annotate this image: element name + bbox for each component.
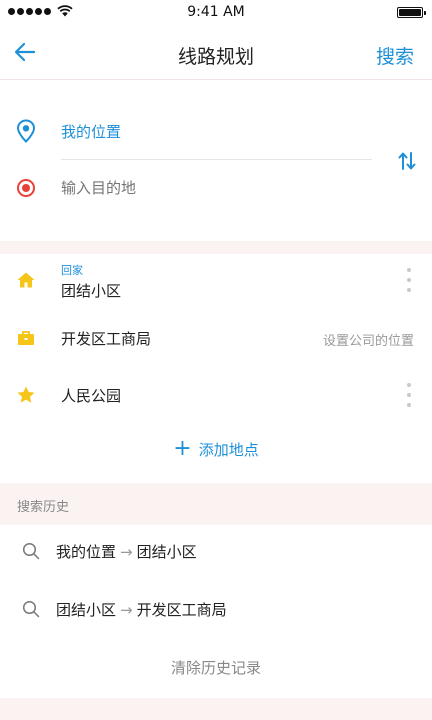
search-button[interactable]: 搜索: [376, 42, 414, 69]
place-name: 开发区工商局: [61, 330, 152, 348]
history-to: 开发区工商局: [136, 601, 227, 619]
search-icon: [22, 600, 40, 618]
destination-target-icon: [17, 179, 35, 197]
bottom-separator: [0, 698, 432, 720]
set-work-location-link[interactable]: 设置公司的位置: [323, 330, 414, 349]
place-item-favorite[interactable]: 人民公园: [0, 368, 432, 424]
search-icon: [22, 542, 40, 560]
origin-field[interactable]: 我的位置: [61, 121, 121, 142]
history-from: 团结小区: [56, 601, 117, 619]
history-route: 团结小区 → 开发区工商局: [56, 599, 227, 620]
plus-icon: +: [173, 436, 192, 461]
place-label: 回家: [61, 264, 83, 277]
add-place-button[interactable]: + 添加地点: [0, 438, 432, 468]
status-bar: 9:41 AM: [0, 0, 432, 24]
nav-bar: 线路规划 搜索: [0, 24, 432, 80]
route-panel: 我的位置: [0, 81, 432, 241]
more-icon[interactable]: [406, 268, 412, 292]
place-name: 人民公园: [61, 387, 122, 405]
place-name: 团结小区: [61, 282, 122, 300]
arrow-right-icon: →: [120, 601, 133, 619]
more-icon[interactable]: [406, 383, 412, 407]
divider: [61, 159, 372, 160]
arrow-right-icon: →: [120, 543, 133, 561]
status-time: 9:41 AM: [187, 4, 245, 20]
location-pin-icon: [16, 119, 36, 143]
home-icon: [17, 272, 35, 288]
history-to: 团结小区: [136, 543, 197, 561]
briefcase-icon: [18, 331, 34, 345]
add-place-label: 添加地点: [198, 440, 259, 459]
star-icon: [17, 386, 35, 403]
place-item-work[interactable]: 开发区工商局 设置公司的位置: [0, 311, 432, 367]
section-separator: [0, 241, 432, 254]
history-item[interactable]: 我的位置 → 团结小区: [0, 527, 432, 577]
history-from: 我的位置: [56, 543, 117, 561]
origin-row[interactable]: 我的位置: [0, 111, 372, 151]
place-item-home[interactable]: 回家 团结小区: [0, 256, 432, 312]
page-title: 线路规划: [177, 46, 254, 68]
swap-icon[interactable]: [398, 151, 416, 171]
history-item[interactable]: 团结小区 → 开发区工商局: [0, 585, 432, 635]
destination-row[interactable]: [0, 169, 372, 209]
clear-history-button[interactable]: 清除历史记录: [0, 657, 432, 678]
battery-icon: [397, 7, 426, 18]
history-header: 搜索历史: [0, 483, 432, 525]
history-route: 我的位置 → 团结小区: [56, 541, 197, 562]
destination-input[interactable]: [61, 179, 351, 197]
history-header-label: 搜索历史: [17, 500, 70, 515]
